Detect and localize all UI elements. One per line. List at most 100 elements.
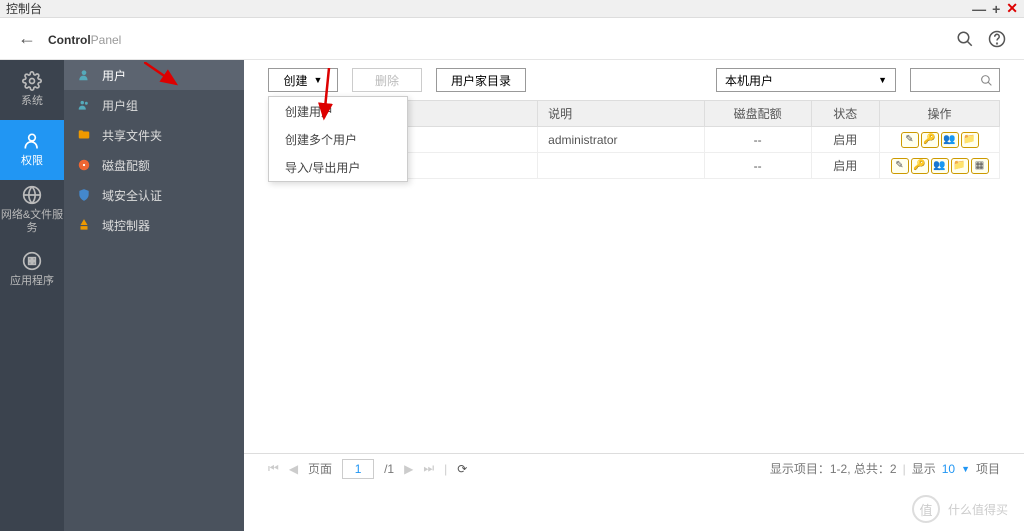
group-icon (76, 97, 92, 113)
home-dir-label: 用户家目录 (451, 72, 511, 89)
server-icon (76, 217, 92, 233)
sub-label: 磁盘配额 (102, 157, 150, 174)
page-title: ControlPanel (48, 27, 121, 50)
last-page-icon[interactable]: ⏭ (423, 461, 434, 476)
action-icons: ✎ 🔑 👥 📁 ▦ (890, 158, 989, 174)
back-arrow-icon[interactable]: ← (18, 28, 36, 49)
create-button[interactable]: 创建 ▼ (268, 68, 338, 92)
toolbar: 创建 ▼ 删除 用户家目录 本机用户 ▼ (244, 60, 1024, 100)
search-input[interactable] (910, 68, 1000, 92)
th-status[interactable]: 状态 (811, 101, 879, 127)
group-icon[interactable]: 👥 (941, 132, 959, 148)
show-label: 显示 (912, 460, 936, 477)
window-controls: — + ✕ (972, 0, 1018, 17)
sidebar-item-apps[interactable]: 应用程序 (0, 240, 64, 300)
cell-status: 启用 (811, 127, 879, 153)
sub-item-shared[interactable]: 共享文件夹 (64, 120, 244, 150)
page-input[interactable] (342, 459, 374, 479)
folder-icon[interactable]: 📁 (951, 158, 969, 174)
sub-item-quota[interactable]: 磁盘配额 (64, 150, 244, 180)
edit-icon[interactable]: ✎ (891, 158, 909, 174)
maximize-icon[interactable]: + (992, 1, 1000, 17)
shield-icon (76, 187, 92, 203)
prev-page-icon[interactable]: ◀ (289, 462, 298, 476)
folder-icon (76, 127, 92, 143)
page-label: 页面 (308, 460, 332, 477)
sub-label: 共享文件夹 (102, 127, 162, 144)
sidebar-label-system: 系统 (21, 95, 43, 108)
action-icons: ✎ 🔑 👥 📁 (890, 132, 989, 148)
sub-label: 域安全认证 (102, 187, 162, 204)
cell-desc: administrator (538, 127, 705, 153)
page-title-bold: Control (48, 33, 91, 47)
search-icon[interactable] (956, 30, 974, 48)
first-page-icon[interactable]: ⏮ (268, 461, 279, 476)
sub-label: 用户组 (102, 97, 138, 114)
dropdown-create-multi-user[interactable]: 创建多个用户 (269, 125, 407, 153)
disk-icon (76, 157, 92, 173)
page-title-light: Panel (91, 33, 122, 47)
th-action[interactable]: 操作 (880, 101, 1000, 127)
sidebar-item-permissions[interactable]: 权限 (0, 120, 64, 180)
sub-item-usergroup[interactable]: 用户组 (64, 90, 244, 120)
page-total: /1 (384, 462, 394, 476)
sidebar-label-permissions: 权限 (21, 155, 43, 168)
sidebar-item-system[interactable]: 系统 (0, 60, 64, 120)
body: 系统 权限 网络&文件服务 应用程序 用户 用户组 共享文件夹 (0, 60, 1024, 531)
cell-action: ✎ 🔑 👥 📁 (880, 127, 1000, 153)
edit-icon[interactable]: ✎ (901, 132, 919, 148)
apps-icon (22, 251, 42, 271)
divider: | (444, 462, 447, 476)
sub-item-domain-auth[interactable]: 域安全认证 (64, 180, 244, 210)
cell-status: 启用 (811, 153, 879, 179)
refresh-icon[interactable]: ⟳ (457, 462, 467, 476)
icon-sidebar: 系统 权限 网络&文件服务 应用程序 (0, 60, 64, 531)
header-right (956, 30, 1006, 48)
chevron-down-icon[interactable]: ▼ (961, 464, 970, 474)
watermark: 值 什么值得买 (912, 495, 1008, 523)
footer-right: 显示项目：1-2, 总共：2 | 显示 10 ▼ 项目 (770, 460, 1000, 477)
cell-quota: -- (704, 127, 811, 153)
th-quota[interactable]: 磁盘配额 (704, 101, 811, 127)
key-icon[interactable]: 🔑 (921, 132, 939, 148)
gear-icon (22, 71, 42, 91)
delete-button[interactable]: 删除 (352, 68, 422, 92)
person-icon (76, 67, 92, 83)
create-label: 创建 (284, 72, 308, 89)
minimize-icon[interactable]: — (972, 1, 986, 17)
next-page-icon[interactable]: ▶ (404, 462, 413, 476)
create-dropdown: 创建用户 创建多个用户 导入/导出用户 (268, 96, 408, 182)
group-icon[interactable]: 👥 (931, 158, 949, 174)
cell-desc (538, 153, 705, 179)
app-icon[interactable]: ▦ (971, 158, 989, 174)
globe-icon (22, 185, 42, 205)
sub-label: 用户 (102, 67, 126, 84)
key-icon[interactable]: 🔑 (911, 158, 929, 174)
close-icon[interactable]: ✕ (1006, 0, 1018, 17)
folder-icon[interactable]: 📁 (961, 132, 979, 148)
user-scope-select[interactable]: 本机用户 ▼ (716, 68, 896, 92)
sidebar-label-network: 网络&文件服务 (0, 209, 64, 235)
sidebar-item-network[interactable]: 网络&文件服务 (0, 180, 64, 240)
dropdown-create-user[interactable]: 创建用户 (269, 97, 407, 125)
select-value: 本机用户 (725, 72, 773, 89)
watermark-icon: 值 (912, 495, 940, 523)
divider: | (903, 462, 906, 476)
user-icon (22, 131, 42, 151)
help-icon[interactable] (988, 30, 1006, 48)
dropdown-import-export[interactable]: 导入/导出用户 (269, 153, 407, 181)
pagination-footer: ⏮ ◀ 页面 /1 ▶ ⏭ | ⟳ 显示项目：1-2, 总共：2 | 显示 10… (244, 453, 1024, 483)
sub-item-domain-ctrl[interactable]: 域控制器 (64, 210, 244, 240)
home-dir-button[interactable]: 用户家目录 (436, 68, 526, 92)
page-size-value[interactable]: 10 (942, 462, 955, 476)
sub-label: 域控制器 (102, 217, 150, 234)
header-left: ← ControlPanel (18, 27, 121, 50)
sub-item-user[interactable]: 用户 (64, 60, 244, 90)
app-header: ← ControlPanel (0, 18, 1024, 60)
summary-text: 显示项目：1-2, 总共：2 (770, 460, 897, 477)
window-title: 控制台 (6, 0, 42, 17)
watermark-text: 什么值得买 (948, 501, 1008, 518)
sub-sidebar: 用户 用户组 共享文件夹 磁盘配额 域安全认证 域控制器 (64, 60, 244, 531)
items-label: 项目 (976, 460, 1000, 477)
th-desc[interactable]: 说明 (538, 101, 705, 127)
